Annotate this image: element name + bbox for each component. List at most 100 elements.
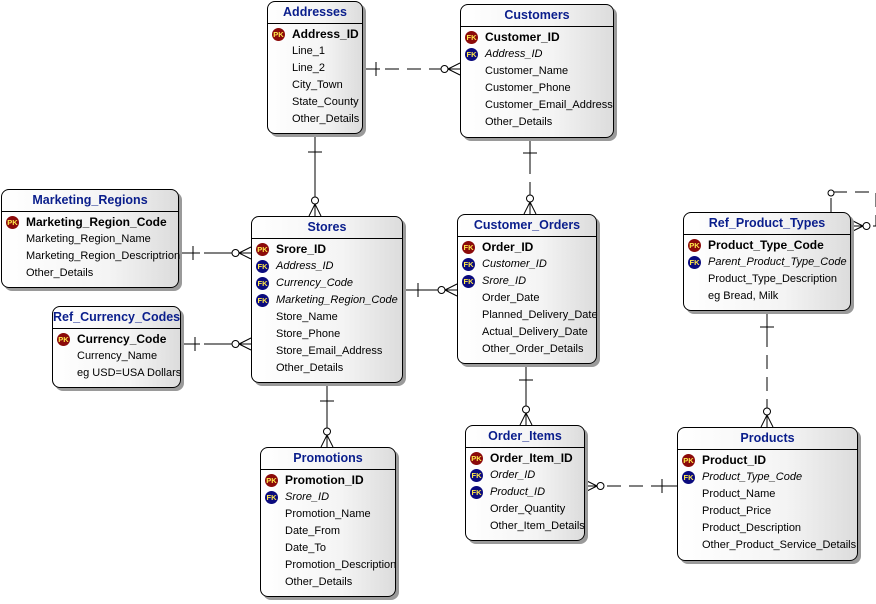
attribute-row[interactable]: FK Address_ID bbox=[252, 258, 402, 275]
attribute-name: Promotion_Name bbox=[285, 508, 371, 520]
attribute-row[interactable]: FK Parent_Product_Type_Code bbox=[684, 254, 850, 271]
attribute-row[interactable]: FK Product_ID bbox=[466, 484, 584, 501]
attribute-row[interactable]: Store_Phone bbox=[252, 326, 402, 343]
entity-marketing-regions[interactable]: Marketing_Regions PK Marketing_Region_Code… bbox=[1, 189, 180, 288]
attribute-row[interactable]: Customer_Email_Address bbox=[461, 97, 613, 114]
attribute-row[interactable]: PK Promotion_ID bbox=[261, 472, 395, 489]
attribute-row[interactable]: Promotion_Name bbox=[261, 506, 395, 523]
attribute-row[interactable]: Actual_Delivery_Date bbox=[458, 324, 596, 341]
optional-marker bbox=[526, 194, 534, 203]
attribute-row[interactable]: FK Customer_ID bbox=[458, 256, 596, 273]
attribute-row[interactable]: FK Srore_ID bbox=[458, 273, 596, 290]
primary-key-icon: PK bbox=[272, 28, 285, 41]
attribute-row[interactable]: FK Marketing_Region_Code bbox=[252, 292, 402, 309]
attribute-row[interactable]: Store_Name bbox=[252, 309, 402, 326]
attribute-row[interactable]: FK Srore_ID bbox=[261, 489, 395, 506]
entity-customers[interactable]: Customers FK Customer_ID FK Address_ID Custom… bbox=[460, 4, 614, 138]
attribute-name: Marketing_Region_Code bbox=[276, 294, 398, 306]
attribute-row[interactable]: Date_From bbox=[261, 523, 395, 540]
attribute-name: Order_ID bbox=[482, 240, 534, 254]
attribute-row[interactable]: Promotion_Description bbox=[261, 557, 396, 574]
attribute-row[interactable]: Marketing_Region_Name bbox=[2, 231, 178, 248]
attribute-row[interactable]: Line_1 bbox=[268, 43, 362, 60]
entity-products[interactable]: Products PK Product_ID FK Product_Type_Code P… bbox=[677, 427, 858, 561]
attribute-row[interactable]: FK Address_ID bbox=[461, 46, 613, 63]
attribute-row[interactable]: Planned_Delivery_Date bbox=[458, 307, 598, 324]
attribute-row[interactable]: PK Srore_ID bbox=[252, 241, 402, 258]
attribute-row[interactable]: FK Product_Type_Code bbox=[678, 469, 857, 486]
foreign-key-icon: FK bbox=[682, 471, 695, 484]
attribute-row[interactable]: PK Marketing_Region_Code bbox=[2, 214, 178, 231]
attribute-list: PK Product_Type_Code FK Parent_Product_Type… bbox=[684, 235, 850, 309]
attribute-row[interactable]: Product_Price bbox=[678, 503, 857, 520]
attribute-row[interactable]: Product_Type_Description bbox=[684, 271, 850, 288]
entity-title: Promotions bbox=[261, 448, 395, 470]
attribute-row[interactable]: Product_Description bbox=[678, 520, 857, 537]
attribute-row[interactable]: Other_Details bbox=[2, 265, 178, 282]
attribute-name: Customer_Email_Address bbox=[485, 99, 613, 111]
attribute-row[interactable]: Other_Details bbox=[268, 111, 362, 128]
crows-foot-marker bbox=[584, 485, 598, 493]
attribute-row[interactable]: eg USD=USA Dollars bbox=[53, 365, 181, 382]
entity-title: Order_Items bbox=[466, 426, 584, 448]
crows-foot-marker bbox=[447, 62, 461, 70]
foreign-key-icon: FK bbox=[256, 294, 269, 307]
attribute-list: PK Promotion_ID FK Srore_ID Promotion_Name Da… bbox=[261, 470, 396, 595]
attribute-row[interactable]: FK Order_ID bbox=[466, 467, 584, 484]
attribute-row[interactable]: Order_Quantity bbox=[466, 501, 584, 518]
attribute-row[interactable]: City_Town bbox=[268, 77, 362, 94]
attribute-name: Customer_Name bbox=[485, 65, 569, 77]
attribute-name: Promotion_ID bbox=[285, 473, 364, 487]
attribute-row[interactable]: Product_Name bbox=[678, 486, 857, 503]
attribute-name: Other_Details bbox=[292, 113, 360, 125]
optional-marker bbox=[231, 340, 240, 348]
attribute-row[interactable]: PK Currency_Code bbox=[53, 331, 180, 348]
entity-title: Ref_Product_Types bbox=[684, 213, 850, 235]
attribute-row[interactable]: Date_To bbox=[261, 540, 395, 557]
attribute-row[interactable]: FK Currency_Code bbox=[252, 275, 402, 292]
attribute-row[interactable]: Marketing_Region_Descriptrion bbox=[2, 248, 180, 265]
attribute-name: Srore_ID bbox=[276, 242, 327, 256]
attribute-row[interactable]: Customer_Name bbox=[461, 63, 613, 80]
crows-foot-marker bbox=[308, 203, 316, 217]
attribute-name: Date_To bbox=[285, 542, 326, 554]
crows-foot-marker bbox=[584, 479, 598, 487]
attribute-row[interactable]: PK Order_Item_ID bbox=[466, 450, 584, 467]
optional-marker bbox=[763, 407, 771, 416]
attribute-name: Product_Type_Description bbox=[708, 273, 838, 285]
entity-promotions[interactable]: Promotions PK Promotion_ID FK Srore_ID Promot… bbox=[260, 447, 396, 597]
entity-ref-currency-codes[interactable]: Ref_Currency_Codes PK Currency_Code Currenc… bbox=[52, 306, 181, 388]
entity-ref-product-types[interactable]: Ref_Product_Types PK Product_Type_Code FK Pa… bbox=[683, 212, 851, 311]
entity-stores[interactable]: Stores PK Srore_ID FK Address_ID FK Currency_C… bbox=[251, 216, 403, 383]
entity-customer-orders[interactable]: Customer_Orders FK Order_ID FK Customer_ID FK… bbox=[457, 214, 598, 364]
attribute-row[interactable]: FK Customer_ID bbox=[461, 29, 613, 46]
primary-key-icon: PK bbox=[6, 216, 19, 229]
primary-key-icon: PK bbox=[256, 243, 269, 256]
attribute-name: Srore_ID bbox=[285, 491, 330, 503]
attribute-row[interactable]: State_County bbox=[268, 94, 362, 111]
crows-foot-marker bbox=[766, 414, 774, 428]
entity-order-items[interactable]: Order_Items PK Order_Item_ID FK Order_ID FK Pr… bbox=[465, 425, 585, 541]
attribute-row[interactable]: Other_Product_Service_Details bbox=[678, 537, 857, 554]
attribute-row[interactable]: PK Product_Type_Code bbox=[684, 237, 850, 254]
attribute-row[interactable]: Line_2 bbox=[268, 60, 362, 77]
attribute-row[interactable]: eg Bread, Milk bbox=[684, 288, 850, 305]
attribute-row[interactable]: Order_Date bbox=[458, 290, 596, 307]
foreign-key-icon: FK bbox=[256, 277, 269, 290]
crows-foot-marker bbox=[444, 283, 458, 291]
attribute-row[interactable]: Other_Details bbox=[461, 114, 613, 131]
entity-addresses[interactable]: Addresses PK Address_ID Line_1 Line_2 City_To… bbox=[267, 1, 363, 134]
attribute-row[interactable]: Other_Order_Details bbox=[458, 341, 596, 358]
attribute-row[interactable]: Customer_Phone bbox=[461, 80, 613, 97]
attribute-name: Line_1 bbox=[292, 45, 326, 57]
attribute-row[interactable]: PK Product_ID bbox=[678, 452, 857, 469]
attribute-row[interactable]: Store_Email_Address bbox=[252, 343, 402, 360]
attribute-row[interactable]: FK Order_ID bbox=[458, 239, 596, 256]
attribute-row[interactable]: Currency_Name bbox=[53, 348, 180, 365]
attribute-row[interactable]: Other_Item_Details bbox=[466, 518, 585, 535]
attribute-name: Product_Name bbox=[702, 488, 776, 500]
attribute-name: Order_ID bbox=[490, 469, 536, 481]
attribute-row[interactable]: PK Address_ID bbox=[268, 26, 362, 43]
attribute-row[interactable]: Other_Details bbox=[261, 574, 395, 591]
attribute-row[interactable]: Other_Details bbox=[252, 360, 402, 377]
